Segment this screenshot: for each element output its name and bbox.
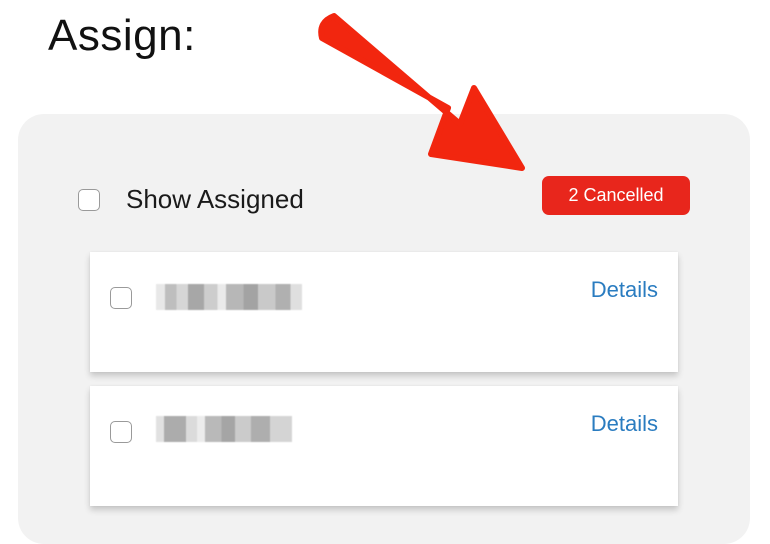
redacted-name <box>156 284 302 310</box>
show-assigned-label[interactable]: Show Assigned <box>126 182 304 216</box>
page-title: Assign: <box>48 11 196 60</box>
details-link[interactable]: Details <box>591 410 658 438</box>
redacted-name <box>156 416 292 442</box>
details-link[interactable]: Details <box>591 276 658 304</box>
assignment-checkbox[interactable] <box>110 287 132 309</box>
assignment-card: Details <box>90 252 678 372</box>
assignment-card: Details <box>90 386 678 506</box>
assignment-checkbox[interactable] <box>110 421 132 443</box>
assign-panel: Show Assigned 2 Cancelled Details Detail… <box>18 114 750 544</box>
show-assigned-checkbox[interactable] <box>78 189 100 211</box>
cancelled-badge[interactable]: 2 Cancelled <box>542 176 690 215</box>
